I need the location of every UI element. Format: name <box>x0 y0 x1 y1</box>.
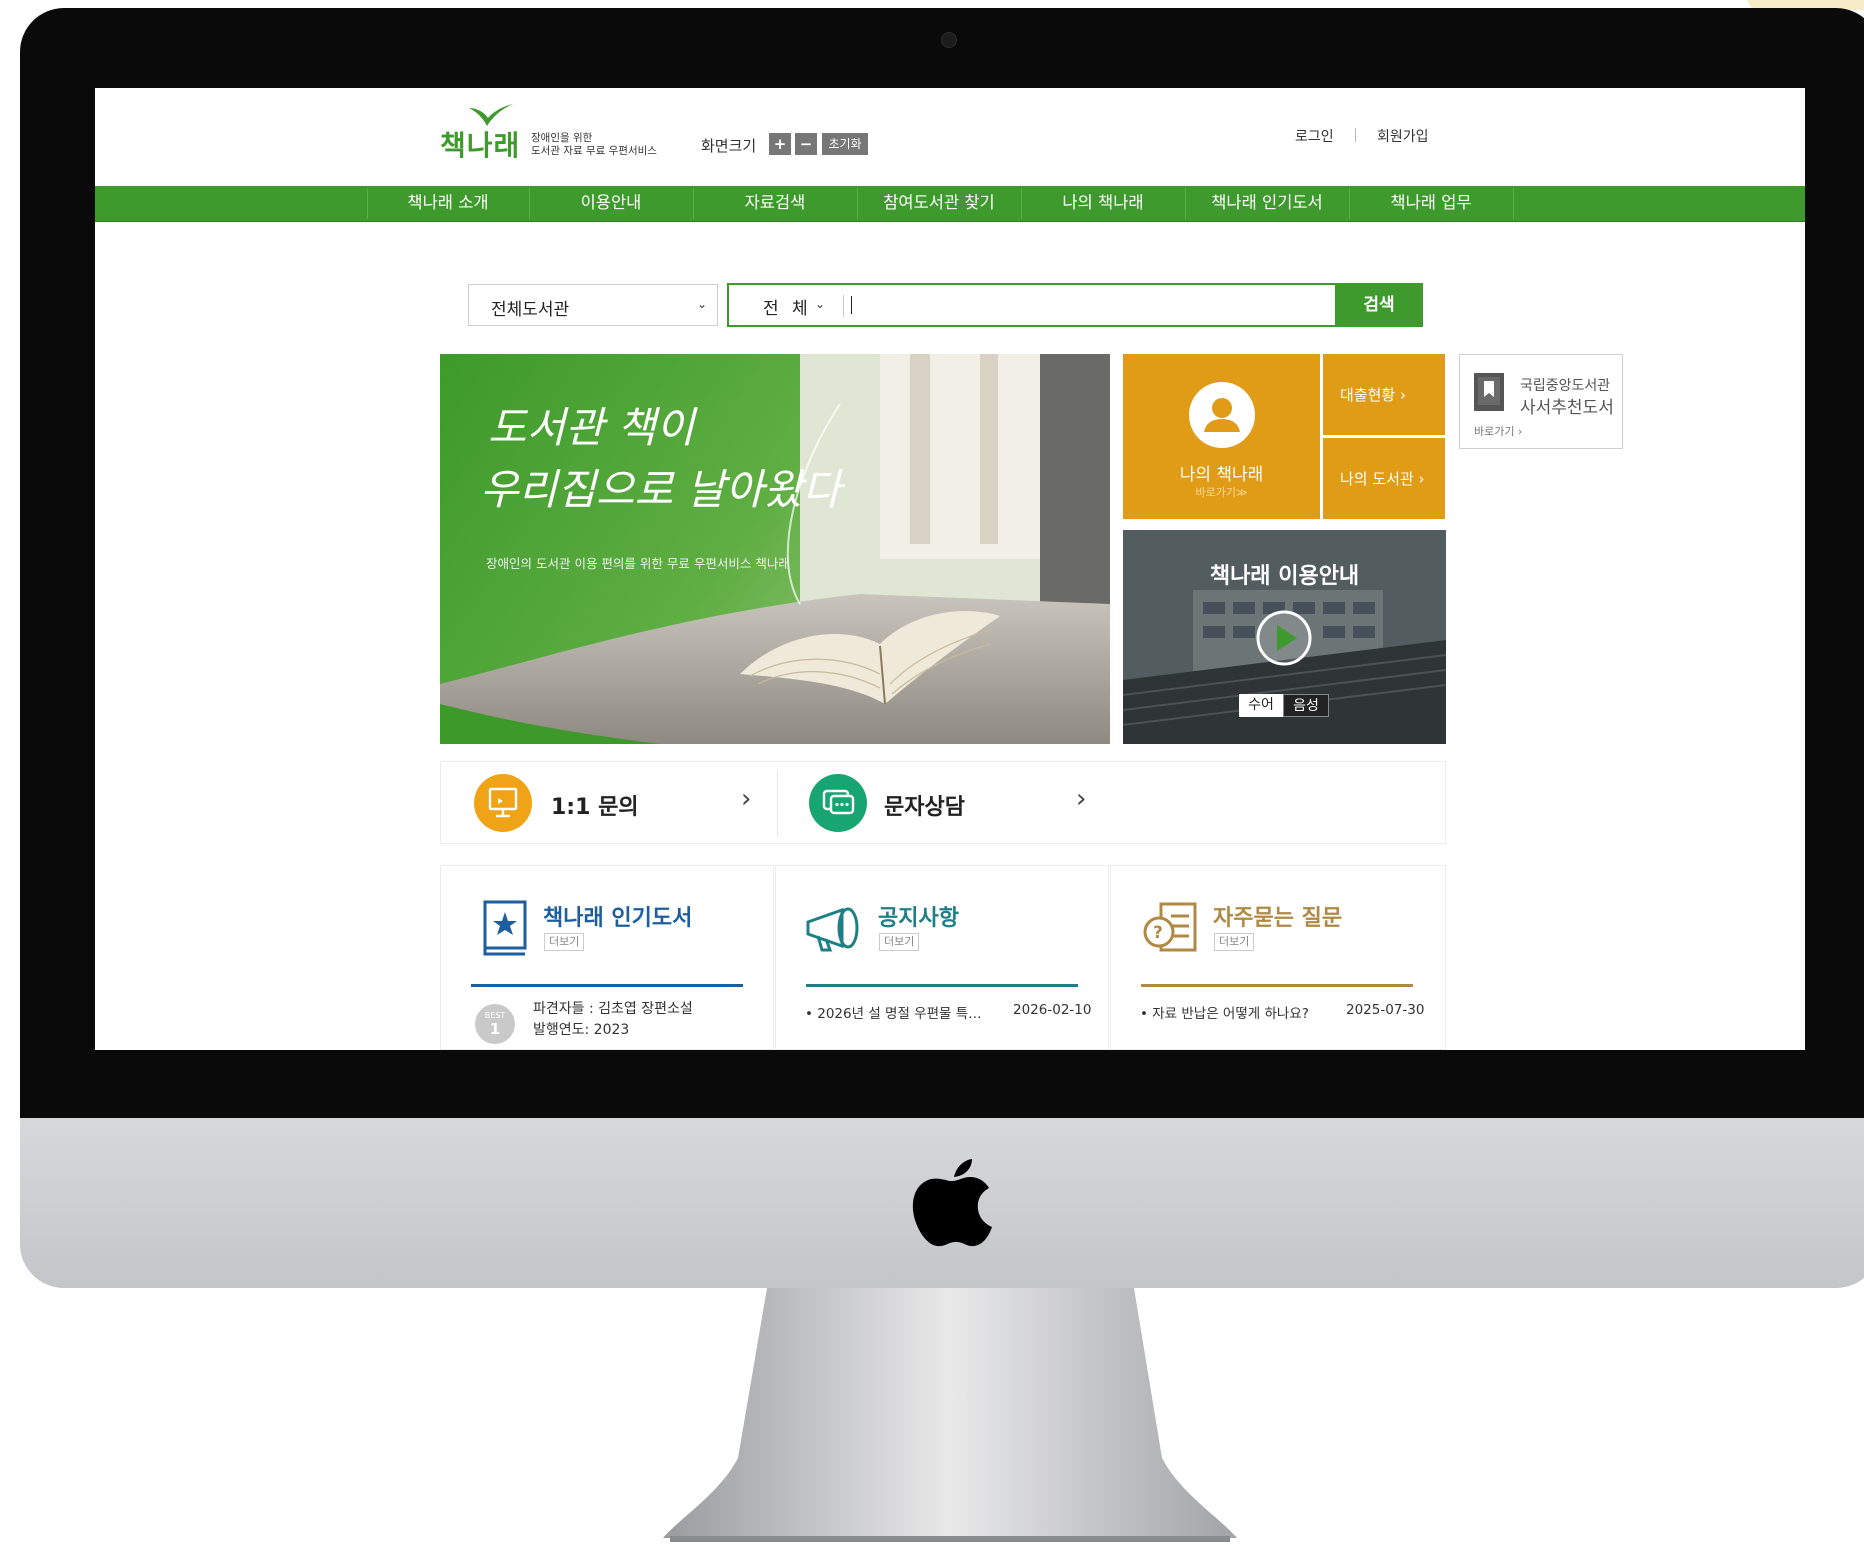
bookmark-book-icon <box>1474 373 1504 411</box>
text-chat-label: 문자상담 <box>884 795 965 820</box>
faq-title[interactable]: 자주묻는 질문 <box>1213 900 1342 932</box>
popular-item-year: 발행연도: 2023 <box>533 1022 630 1038</box>
faq-panel: ? 자주묻는 질문 더보기 • 자료 반납은 어떻게 하나요? 2025-07-… <box>1110 865 1446 1050</box>
faq-more-link[interactable]: 더보기 <box>1214 933 1255 951</box>
inquiry-label: 1:1 문의 <box>551 795 639 820</box>
best-badge: BEST 1 <box>475 1004 515 1044</box>
my-booknarae-title: 나의 책나래 <box>1179 465 1264 485</box>
banner-headline-1: 도서관 책이 <box>488 403 698 452</box>
my-booknarae-go[interactable]: 바로가기≫ <box>1123 484 1320 500</box>
play-icon[interactable] <box>1256 610 1312 666</box>
chevron-right-icon: › <box>1076 784 1087 814</box>
logo-tagline-line1: 장애인을 위한 <box>531 132 593 144</box>
voice-button[interactable]: 음성 <box>1283 694 1329 717</box>
chevron-right-icon: › <box>741 784 752 814</box>
my-library-label: 나의 도서관 › <box>1340 470 1425 488</box>
my-booknarae-card[interactable]: 나의 책나래 바로가기≫ <box>1123 354 1320 519</box>
main-banner[interactable]: 도서관 책이 우리집으로 날아왔다 장애인의 도서관 이용 편의를 위한 무료 … <box>440 354 1110 744</box>
chat-icon <box>809 774 867 832</box>
header-divider <box>1355 128 1356 142</box>
monitor-icon <box>474 774 532 832</box>
login-link[interactable]: 로그인 <box>1295 126 1334 146</box>
faq-document-icon: ? <box>1143 902 1197 952</box>
best-badge-rank: 1 <box>489 1020 501 1038</box>
nav-item-popular[interactable]: 책나래 인기도서 <box>1185 186 1349 221</box>
signup-link[interactable]: 회원가입 <box>1377 126 1429 146</box>
sign-language-button[interactable]: 수어 <box>1239 694 1283 717</box>
site-logo[interactable]: 책나래 <box>440 124 520 164</box>
nav-item-about[interactable]: 책나래 소개 <box>367 186 529 221</box>
nlk-line1: 국립중앙도서관 <box>1520 378 1611 394</box>
svg-text:?: ? <box>1153 923 1163 943</box>
search-button[interactable]: 검색 <box>1335 283 1423 327</box>
search-box: 전 체 ⌄ <box>727 283 1337 327</box>
nlk-line2: 사서추천도서 <box>1520 398 1614 418</box>
camera-icon <box>941 32 957 48</box>
chevron-down-icon: ⌄ <box>697 297 708 311</box>
notice-panel: 공지사항 더보기 • 2026년 설 명절 우편물 특… 2026-02-10 <box>775 865 1109 1050</box>
nav-item-work[interactable]: 책나래 업무 <box>1349 186 1513 221</box>
banner-headline-2: 우리집으로 날아왔다 <box>480 465 845 514</box>
inquiry-link[interactable]: 1:1 문의 › <box>441 762 777 845</box>
zoom-reset-button[interactable]: 초기화 <box>822 133 868 155</box>
video-title: 책나래 이용안내 <box>1209 564 1360 589</box>
panel-divider <box>806 984 1078 987</box>
zoom-label: 화면크기 <box>701 137 757 155</box>
popular-item-title[interactable]: 파견자들 : 김초엽 장편소설 <box>533 998 693 1018</box>
user-icon <box>1189 382 1255 448</box>
nav-item-my-booknarae[interactable]: 나의 책나래 <box>1021 186 1185 221</box>
scope-select[interactable]: 전 체 <box>763 294 812 319</box>
loan-status-button[interactable]: 대출현황 › <box>1323 354 1445 435</box>
panel-divider <box>471 984 743 987</box>
popular-more-link[interactable]: 더보기 <box>544 933 585 951</box>
faq-date: 2025-07-30 <box>1346 1002 1425 1018</box>
star-book-icon <box>483 900 527 956</box>
library-select-value: 전체도서관 <box>491 300 570 320</box>
nav-divider <box>1513 188 1514 219</box>
guide-video[interactable]: 책나래 이용안내 수어 음성 <box>1123 530 1446 744</box>
popular-books-panel: 책나래 인기도서 더보기 BEST 1 파견자들 : 김초엽 장편소설 발행연도… <box>440 865 774 1050</box>
banner-illustration: 도서관 책이 우리집으로 날아왔다 <box>440 354 1110 744</box>
my-library-button[interactable]: 나의 도서관 › <box>1323 438 1445 519</box>
browser-viewport: 책나래 장애인을 위한 도서관 자료 무료 우편서비스 화면크기 + − 초기화… <box>95 88 1805 1050</box>
nlk-recommend-card[interactable]: 국립중앙도서관 사서추천도서 바로가기 › <box>1459 354 1623 449</box>
notice-item[interactable]: • 2026년 설 명절 우편물 특… <box>805 1002 982 1022</box>
text-chat-link[interactable]: 문자상담 › <box>778 762 1114 845</box>
notice-date: 2026-02-10 <box>1013 1002 1092 1018</box>
nav-item-search[interactable]: 자료검색 <box>693 186 857 221</box>
notice-title[interactable]: 공지사항 <box>878 900 959 932</box>
nav-item-find-library[interactable]: 참여도서관 찾기 <box>857 186 1021 221</box>
popular-books-title[interactable]: 책나래 인기도서 <box>543 900 692 932</box>
logo-tagline: 장애인을 위한 도서관 자료 무료 우편서비스 <box>531 132 657 158</box>
chevron-down-icon: ⌄ <box>815 297 826 311</box>
notice-more-link[interactable]: 더보기 <box>879 933 920 951</box>
quick-links: 1:1 문의 › 문자상담 › <box>440 761 1446 844</box>
nlk-go-link[interactable]: 바로가기 › <box>1474 423 1522 439</box>
nav-item-guide[interactable]: 이용안내 <box>529 186 693 221</box>
search-input[interactable] <box>851 296 852 314</box>
imac-stand <box>663 1288 1237 1542</box>
zoom-in-button[interactable]: + <box>769 133 791 155</box>
apple-logo-icon <box>912 1159 992 1247</box>
library-select[interactable]: 전체도서관 ⌄ <box>468 284 718 326</box>
logo-tagline-line2: 도서관 자료 무료 우편서비스 <box>531 145 657 157</box>
banner-subtitle: 장애인의 도서관 이용 편의를 위한 무료 우편서비스 책나래 <box>486 556 790 571</box>
megaphone-icon <box>806 907 859 952</box>
faq-item[interactable]: • 자료 반납은 어떻게 하나요? <box>1140 1002 1309 1022</box>
main-nav: 책나래 소개 이용안내 자료검색 참여도서관 찾기 나의 책나래 책나래 인기도… <box>95 186 1805 222</box>
panel-divider <box>1141 984 1413 987</box>
loan-status-label: 대출현황 › <box>1340 386 1406 404</box>
zoom-out-button[interactable]: − <box>795 133 817 155</box>
scope-divider <box>843 295 844 317</box>
